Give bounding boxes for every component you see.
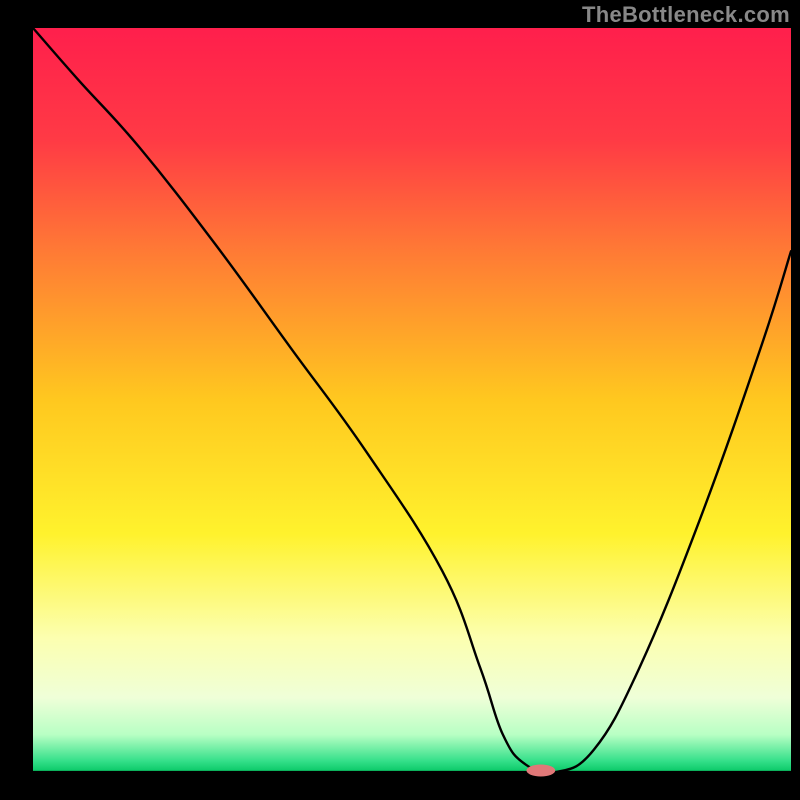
plot-background bbox=[33, 28, 791, 772]
watermark-text: TheBottleneck.com bbox=[582, 2, 790, 28]
chart-frame: TheBottleneck.com bbox=[0, 0, 800, 800]
min-marker bbox=[526, 765, 555, 777]
bottleneck-plot bbox=[0, 0, 800, 800]
